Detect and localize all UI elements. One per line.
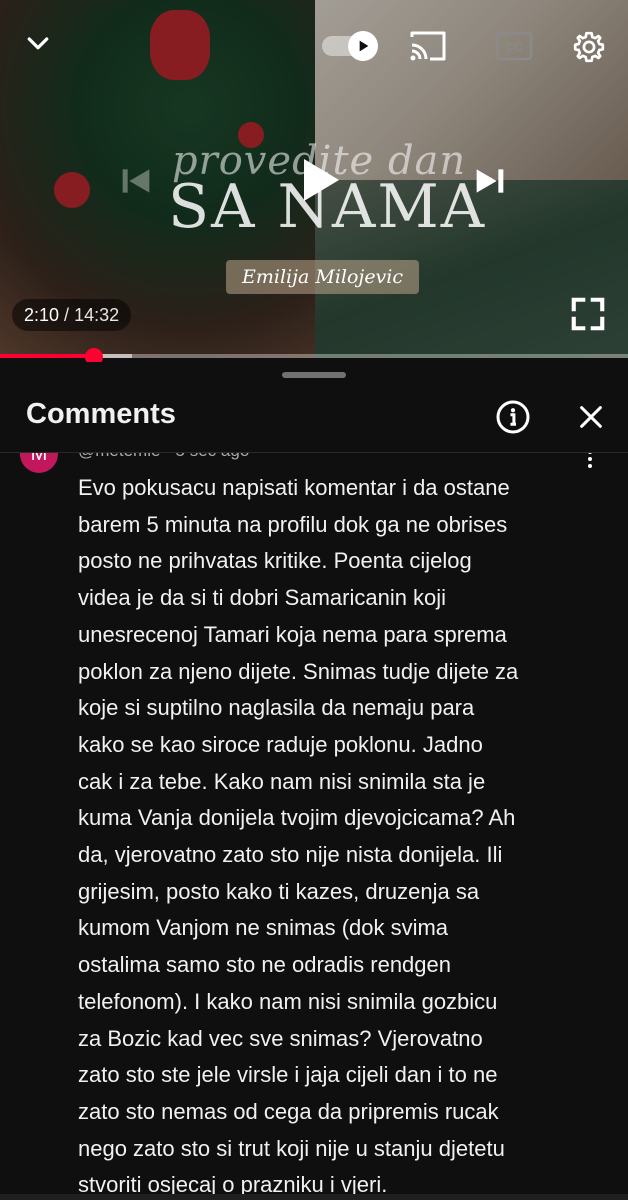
comment-line: poklon za njeno dijete. Snimas tudje dij…: [78, 658, 519, 684]
time-display: 2:10 / 14:32: [12, 299, 132, 331]
cast-button[interactable]: [406, 24, 450, 68]
previous-button[interactable]: [112, 157, 160, 205]
fullscreen-button[interactable]: [564, 290, 612, 338]
duration: 14:32: [74, 305, 120, 325]
comment-line: grijesim, posto kako ti kazes, druzenja …: [78, 878, 480, 904]
comment-text: Evo pokusacu napisati komentar i da osta…: [78, 470, 598, 1200]
chevron-down-icon: [27, 37, 49, 50]
captions-icon: CC: [495, 31, 533, 61]
drag-handle[interactable]: [282, 372, 346, 378]
comments-panel: Comments M @metemie · 5 sec ago Evo poku…: [0, 362, 628, 1200]
cast-icon: [410, 31, 446, 61]
progress-played: [0, 354, 94, 358]
comment-line: telefonom). I kako nam nisi snimila gozb…: [78, 988, 498, 1014]
comment-line: ostalima samo sto ne odradis rendgen: [78, 952, 451, 978]
svg-text:CC: CC: [505, 40, 523, 54]
previous-icon: [122, 169, 150, 193]
play-button[interactable]: [288, 150, 348, 210]
comment-line: unesrecenoj Tamari koja nema para sprema: [78, 621, 507, 647]
close-button[interactable]: [570, 396, 612, 438]
comment-line: kumom Vanjom ne snimas (dok svima: [78, 915, 449, 941]
settings-button[interactable]: [566, 24, 612, 70]
comment-line: kako se kao siroce raduje poklonu. Jadno: [78, 731, 483, 757]
settings-gear-icon: [573, 31, 605, 63]
autoplay-toggle[interactable]: [322, 30, 380, 62]
comment-line: Evo pokusacu napisati komentar i da osta…: [78, 475, 510, 500]
avatar-letter: M: [30, 453, 48, 465]
captions-button[interactable]: CC: [494, 26, 534, 66]
comment-line: cak i za tebe. Kako nam nisi snimila sta…: [78, 768, 486, 794]
comment-line: kuma Vanja donijela tvojim djevojcicama?…: [78, 805, 516, 831]
comment-list[interactable]: M @metemie · 5 sec ago Evo pokusacu napi…: [0, 453, 628, 1200]
video-overlay-name: Emilija Milojevic: [226, 260, 420, 294]
current-time: 2:10: [24, 305, 60, 325]
bottom-divider: [0, 1194, 628, 1200]
video-player[interactable]: provedite dan SA NAMA Emilija Milojevic …: [0, 0, 628, 358]
next-icon: [476, 169, 504, 193]
info-button[interactable]: [492, 396, 534, 438]
more-vertical-icon: [588, 453, 592, 468]
avatar[interactable]: M: [20, 453, 58, 473]
minimize-button[interactable]: [16, 22, 60, 66]
comment-line: zato sto ste jele virsle i jaja cijeli d…: [78, 1062, 498, 1088]
comment-menu-button[interactable]: [578, 453, 602, 471]
close-icon: [580, 406, 602, 428]
comment-line: videa je da si ti dobri Samaricanin koji: [78, 585, 447, 611]
info-icon: [496, 400, 530, 434]
comment-line: barem 5 minuta na profilu dok ga ne obri…: [78, 511, 508, 537]
comment-meta[interactable]: @metemie · 5 sec ago: [78, 453, 249, 461]
time-separator: /: [64, 305, 70, 325]
next-button[interactable]: [466, 157, 514, 205]
comment-line: za Bozic kad vec sve snimas? Vjerovatno: [78, 1025, 483, 1051]
comment-line: posto ne prihvatas kritike. Poenta cijel…: [78, 548, 472, 574]
autoplay-toggle-icon: [348, 31, 378, 61]
comment-line: koje si suptilno naglasila da nemaju par…: [78, 695, 475, 721]
comment-line: zato sto nemas od cega da pripremis ruca…: [78, 1098, 499, 1124]
play-icon: [304, 159, 339, 201]
comment-line: da, vjerovatno zato sto nije nista donij…: [78, 842, 503, 868]
fullscreen-icon: [571, 297, 605, 331]
comment-line: nego zato sto si trut koji nije u stanju…: [78, 1135, 505, 1161]
comments-title: Comments: [26, 398, 176, 430]
